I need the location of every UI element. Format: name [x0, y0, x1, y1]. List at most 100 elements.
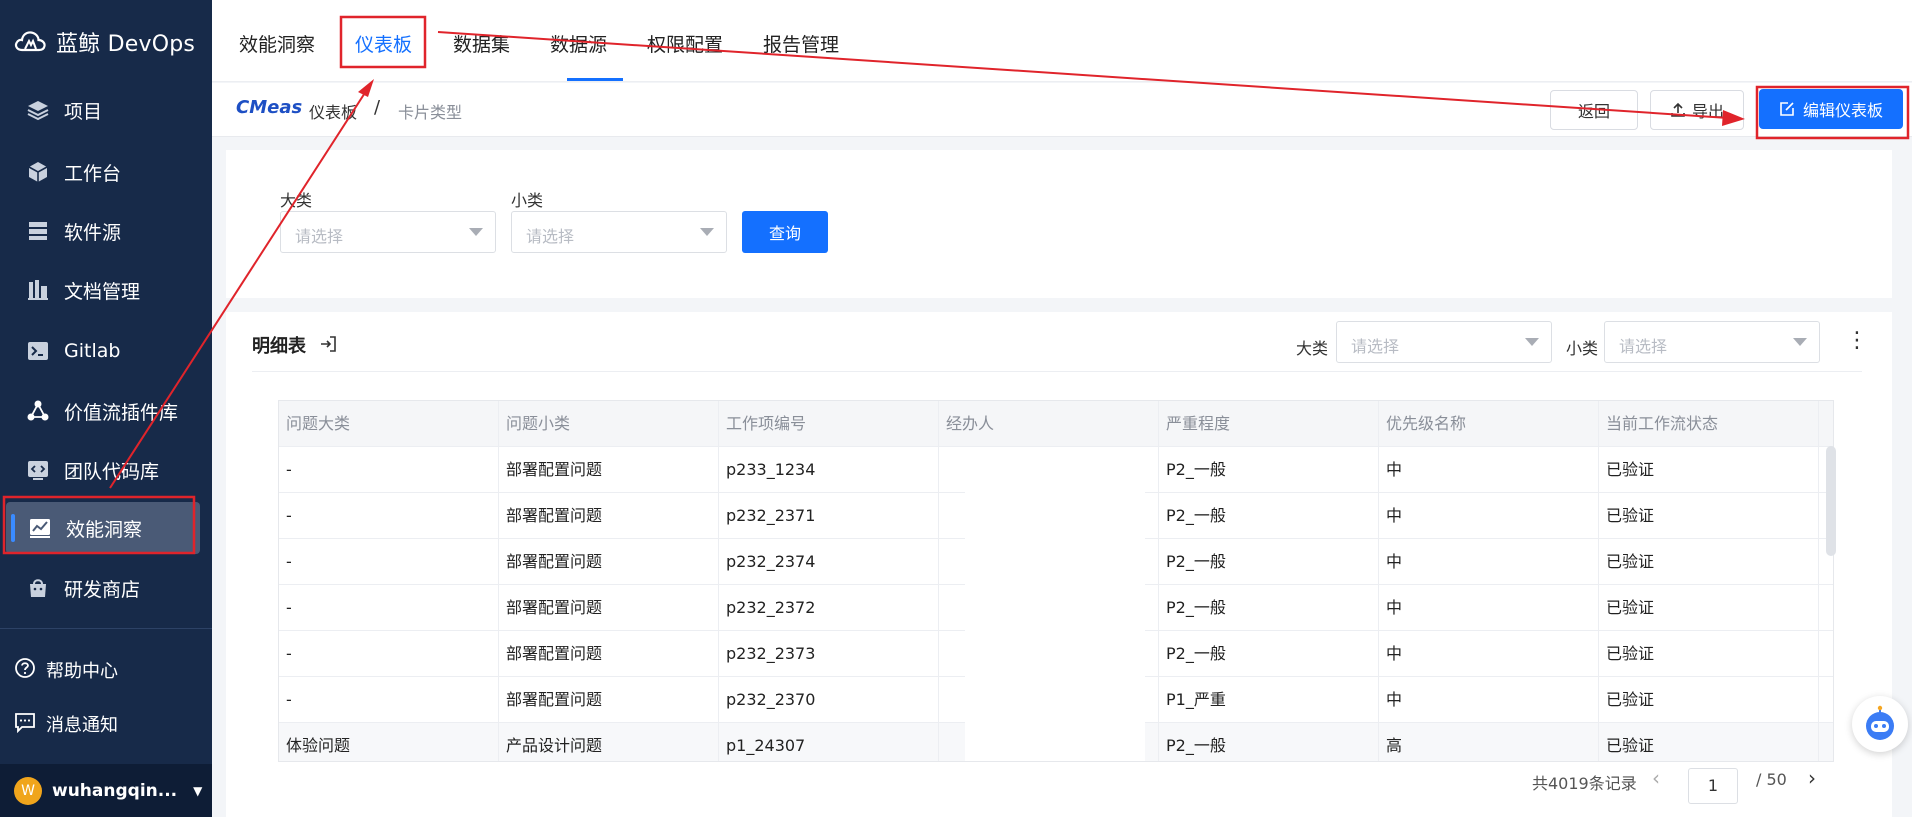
help-center[interactable]: 帮助中心 [0, 648, 212, 692]
plugin-icon [26, 399, 50, 423]
cell: p232_2371 [719, 493, 939, 539]
detail-minor-label: 小类 [1566, 339, 1599, 358]
select-placeholder: 请选择 [1351, 337, 1400, 356]
table-header-row: 问题大类 问题小类 工作项编号 经办人 严重程度 优先级名称 当前工作流状态 [279, 401, 1833, 447]
column-header[interactable]: 当前工作流状态 [1599, 401, 1819, 447]
sidebar-item-gitlab[interactable]: Gitlab [0, 325, 212, 377]
column-header[interactable]: 经办人 [939, 401, 1159, 447]
back-label: 返回 [1577, 102, 1610, 121]
sidebar-item-repo[interactable]: 软件源 [0, 205, 212, 257]
detail-major-label: 大类 [1296, 339, 1329, 358]
cell: 中 [1379, 493, 1599, 539]
cell: P2_一般 [1159, 493, 1379, 539]
more-menu-icon[interactable]: ⋮ [1846, 330, 1868, 352]
cell: 部署配置问题 [499, 631, 719, 677]
query-label: 查询 [768, 224, 801, 243]
breadcrumb-separator: / [374, 97, 381, 118]
message-icon [14, 711, 36, 738]
prev-page-icon[interactable]: ‹ [1652, 766, 1660, 790]
sidebar-item-project[interactable]: 项目 [0, 84, 212, 136]
detail-major-select[interactable]: 请选择 [1336, 321, 1552, 363]
cell: 中 [1379, 585, 1599, 631]
breadcrumb-current: 卡片类型 [398, 103, 463, 122]
cell: - [279, 447, 499, 493]
cell: p233_1234 [719, 447, 939, 493]
column-header[interactable]: 问题大类 [279, 401, 499, 447]
user-menu[interactable]: W wuhangqin... ▼ [0, 764, 212, 817]
terminal-icon [26, 339, 50, 363]
sidebar-item-plugins[interactable]: 价值流插件库 [0, 385, 212, 437]
column-header[interactable]: 严重程度 [1159, 401, 1379, 447]
assistant-robot-button[interactable] [1852, 696, 1908, 752]
tab-insight[interactable]: 效能洞察 [239, 30, 315, 57]
help-label: 帮助中心 [46, 661, 118, 682]
cell: p232_2370 [719, 677, 939, 723]
tab-dashboard[interactable]: 仪表板 [355, 30, 412, 57]
brand[interactable]: 蓝鲸 DevOps [14, 24, 195, 60]
help-icon [14, 657, 36, 684]
chart-icon [28, 516, 52, 540]
notify-label: 消息通知 [46, 715, 118, 736]
page-number-input[interactable]: 1 [1688, 768, 1738, 804]
tab-permission[interactable]: 权限配置 [647, 30, 723, 57]
cell: 已验证 [1599, 631, 1819, 677]
export-table-icon[interactable] [318, 334, 338, 354]
caret-down-icon [1793, 338, 1807, 346]
next-page-icon[interactable]: › [1808, 766, 1816, 790]
table-scrollbar[interactable] [1826, 446, 1836, 556]
upload-icon [1671, 102, 1685, 117]
major-category-label: 大类 [280, 191, 313, 210]
sidebar-item-label: 效能洞察 [66, 518, 143, 541]
cell: 已验证 [1599, 447, 1819, 493]
cell: - [279, 539, 499, 585]
tab-dataset[interactable]: 数据集 [453, 30, 510, 57]
edit-dashboard-button[interactable]: 编辑仪表板 [1759, 89, 1903, 129]
cell: - [279, 493, 499, 539]
sidebar: 蓝鲸 DevOps 项目 工作台 软件源 文档管理 Gitlab 价值流插件库 … [0, 0, 212, 817]
detail-minor-select[interactable]: 请选择 [1604, 321, 1820, 363]
column-header[interactable]: 问题小类 [499, 401, 719, 447]
cell: 部署配置问题 [499, 493, 719, 539]
tab-report[interactable]: 报告管理 [763, 30, 839, 57]
detail-card: 明细表 大类 请选择 小类 请选择 ⋮ 问题大类 问题小类 工作项编号 经办人 … [226, 312, 1892, 817]
sidebar-item-workbench[interactable]: 工作台 [0, 146, 212, 198]
sidebar-item-docs[interactable]: 文档管理 [0, 264, 212, 316]
back-button[interactable]: 返回 [1550, 90, 1638, 130]
docs-icon [26, 278, 50, 302]
column-header[interactable]: 工作项编号 [719, 401, 939, 447]
sidebar-item-team-code[interactable]: 团队代码库 [0, 444, 212, 496]
cloud-logo-icon [14, 31, 46, 52]
column-header[interactable]: 优先级名称 [1379, 401, 1599, 447]
sidebar-item-store[interactable]: 研发商店 [0, 562, 212, 614]
query-button[interactable]: 查询 [742, 211, 828, 253]
pagination-pages: / 50 [1756, 770, 1787, 789]
cell: P2_一般 [1159, 631, 1379, 677]
user-name: wuhangqin... [52, 780, 178, 801]
message-notify[interactable]: 消息通知 [0, 702, 212, 746]
export-button[interactable]: 导出 [1650, 90, 1744, 130]
minor-category-label: 小类 [511, 191, 544, 210]
cell: 部署配置问题 [499, 585, 719, 631]
avatar: W [14, 776, 42, 805]
sidebar-divider [0, 628, 212, 629]
breadcrumb-root[interactable]: 仪表板 [309, 99, 357, 123]
storage-icon [26, 219, 50, 243]
cell: 部署配置问题 [499, 677, 719, 723]
caret-down-icon [1525, 338, 1539, 346]
code-icon [26, 458, 50, 482]
cell: - [279, 677, 499, 723]
minor-category-select[interactable]: 请选择 [511, 211, 727, 253]
major-category-select[interactable]: 请选择 [280, 211, 496, 253]
sidebar-item-label: 研发商店 [64, 578, 141, 601]
sidebar-item-insight[interactable]: 效能洞察 [6, 502, 200, 554]
tab-datasource[interactable]: 数据源 [550, 30, 607, 57]
cell: - [279, 631, 499, 677]
store-icon [26, 576, 50, 600]
select-placeholder: 请选择 [295, 227, 344, 246]
layers-icon [26, 98, 50, 122]
robot-icon [1866, 705, 1894, 740]
cell: p232_2374 [719, 539, 939, 585]
cube-icon [26, 160, 50, 184]
detail-table: 问题大类 问题小类 工作项编号 经办人 严重程度 优先级名称 当前工作流状态 -… [278, 400, 1834, 762]
select-placeholder: 请选择 [1619, 337, 1668, 356]
